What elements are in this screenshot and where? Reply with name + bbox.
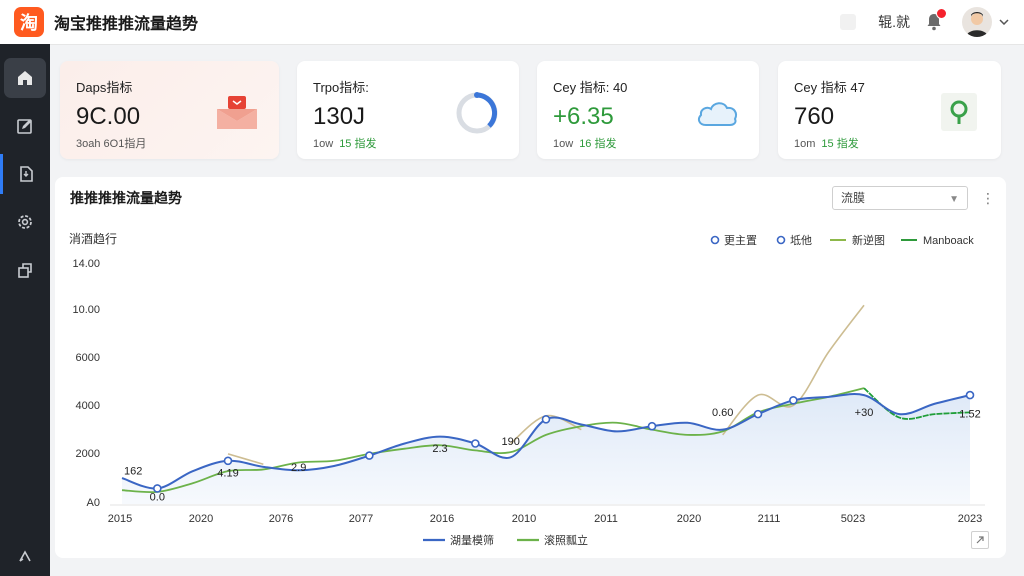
apps-icon[interactable] xyxy=(840,14,857,30)
data-label: 190 xyxy=(501,436,519,448)
legend-label: 更主置 xyxy=(724,234,757,247)
stat-card-value: 760 xyxy=(794,103,835,130)
data-label: +30 xyxy=(855,407,874,419)
y-tick-label: 6000 xyxy=(76,352,100,364)
app-logo[interactable]: 淘 xyxy=(14,7,44,37)
app-title: 淘宝推推推流量趋势 xyxy=(54,16,199,33)
document-icon xyxy=(20,166,33,182)
data-point xyxy=(223,456,233,466)
sidebar xyxy=(0,44,50,576)
user-name[interactable]: 辊.就 xyxy=(878,12,910,32)
notification-bell-icon[interactable] xyxy=(924,8,947,32)
notification-badge xyxy=(936,8,947,19)
y-tick-label: 14.00 xyxy=(72,258,100,270)
data-point xyxy=(365,451,374,460)
data-point xyxy=(789,395,798,405)
stat-card-3[interactable]: Cey 指标: 40 +6.35 1ow 16 指发 xyxy=(537,61,759,159)
home-icon xyxy=(18,71,32,85)
sidebar-item-edit[interactable] xyxy=(4,106,46,146)
legend-label: 新逆图 xyxy=(852,233,885,247)
x-tick-label: 2011 xyxy=(594,513,618,525)
x-tick-label: 2020 xyxy=(189,513,213,525)
x-tick-label: 2015 xyxy=(108,513,132,525)
sidebar-item-copy[interactable] xyxy=(4,250,46,290)
data-label: 0.0 xyxy=(150,492,165,504)
sidebar-item-share[interactable] xyxy=(4,536,46,576)
x-tick-label: 2016 xyxy=(430,513,454,525)
data-label: 0.60 xyxy=(712,407,733,419)
ring-progress-icon xyxy=(453,89,501,137)
stat-card-sub: 1ow 15 指发 xyxy=(313,138,377,150)
legend-marker xyxy=(776,235,786,245)
x-tick-label: 2111 xyxy=(758,513,781,525)
stat-card-value: 130J xyxy=(313,103,366,130)
y-axis-title: 消酒趋行 xyxy=(69,232,117,246)
sidebar-item-settings[interactable] xyxy=(4,202,46,242)
cloud-icon xyxy=(693,89,741,137)
data-label: 1.52 xyxy=(959,409,980,421)
stat-card-label: Cey 指标: 40 xyxy=(553,80,628,95)
stat-card-4[interactable]: Cey 指标 47 760 1om 15 指发 xyxy=(778,61,1001,159)
edit-icon xyxy=(17,119,32,134)
stat-card-2[interactable]: Trpo指标: 130J 1ow 15 指发 xyxy=(297,61,519,159)
legend-label: 坻他 xyxy=(790,233,812,247)
y-tick-label: A0 xyxy=(87,497,100,509)
x-tick-label: 5023 xyxy=(841,513,865,525)
stat-card-sub: 3oah 6O1指月 xyxy=(76,138,147,150)
legend-label: 湖量模筛 xyxy=(450,533,494,547)
chevron-down-icon[interactable] xyxy=(998,16,1010,28)
expand-icon[interactable] xyxy=(971,531,989,549)
sidebar-item-home[interactable] xyxy=(4,58,46,98)
chart-area-fill xyxy=(122,394,970,504)
sidebar-item-document[interactable] xyxy=(0,154,49,194)
data-label: 2.3 xyxy=(432,443,447,455)
x-tick-label: 2020 xyxy=(677,513,701,525)
legend-label: 滚照瓢立 xyxy=(544,533,588,547)
traffic-trend-panel: 推推推推流量趋势 流膜 ▼ ⋮ 消酒趋行 A0 2000 4000 6000 10.00 1… xyxy=(55,177,1006,558)
data-point xyxy=(647,421,657,431)
stat-card-label: Trpo指标: xyxy=(313,80,369,95)
y-tick-label: 2000 xyxy=(76,448,100,460)
stat-card-value: +6.35 xyxy=(553,103,614,130)
x-tick-label: 2076 xyxy=(269,513,293,525)
legend-label: Manboack xyxy=(923,235,974,247)
data-label: 2.9 xyxy=(291,462,306,474)
x-tick-label: 2023 xyxy=(958,513,982,525)
copy-icon xyxy=(18,263,32,278)
area-fill xyxy=(122,394,970,504)
data-point xyxy=(965,390,975,400)
data-label: 4.19 xyxy=(217,467,238,479)
y-tick-label: 10.00 xyxy=(72,304,100,316)
y-tick-label: 4000 xyxy=(76,400,100,412)
pin-icon xyxy=(935,89,983,137)
stat-card-value: 9C.00 xyxy=(76,103,141,130)
stat-card-sub: 1om 15 指发 xyxy=(794,138,859,150)
data-point xyxy=(753,409,763,419)
x-tick-label: 2010 xyxy=(512,513,536,525)
stat-card-label: Cey 指标 47 xyxy=(794,80,865,95)
x-tick-label: 2077 xyxy=(349,513,373,525)
logo-text: 淘 xyxy=(20,13,38,34)
trend-line-chart: 消酒趋行 A0 2000 4000 6000 10.00 14.00 2015 2020 2076… xyxy=(69,232,985,547)
top-bar: 淘 淘宝推推推流量趋势 辊.就 xyxy=(0,0,1024,45)
legend-marker xyxy=(710,235,720,245)
data-point xyxy=(471,439,480,448)
avatar[interactable] xyxy=(962,7,992,37)
stat-card-label: Daps指标 xyxy=(76,80,133,95)
gift-icon xyxy=(213,89,261,137)
share-icon xyxy=(19,550,31,562)
settings-icon xyxy=(18,215,32,229)
data-label: 162 xyxy=(124,466,142,478)
stat-card-sub: 1ow 16 指发 xyxy=(553,138,617,150)
data-point xyxy=(541,415,551,424)
stat-card-1[interactable]: Daps指标 9C.00 3oah 6O1指月 xyxy=(60,61,279,159)
